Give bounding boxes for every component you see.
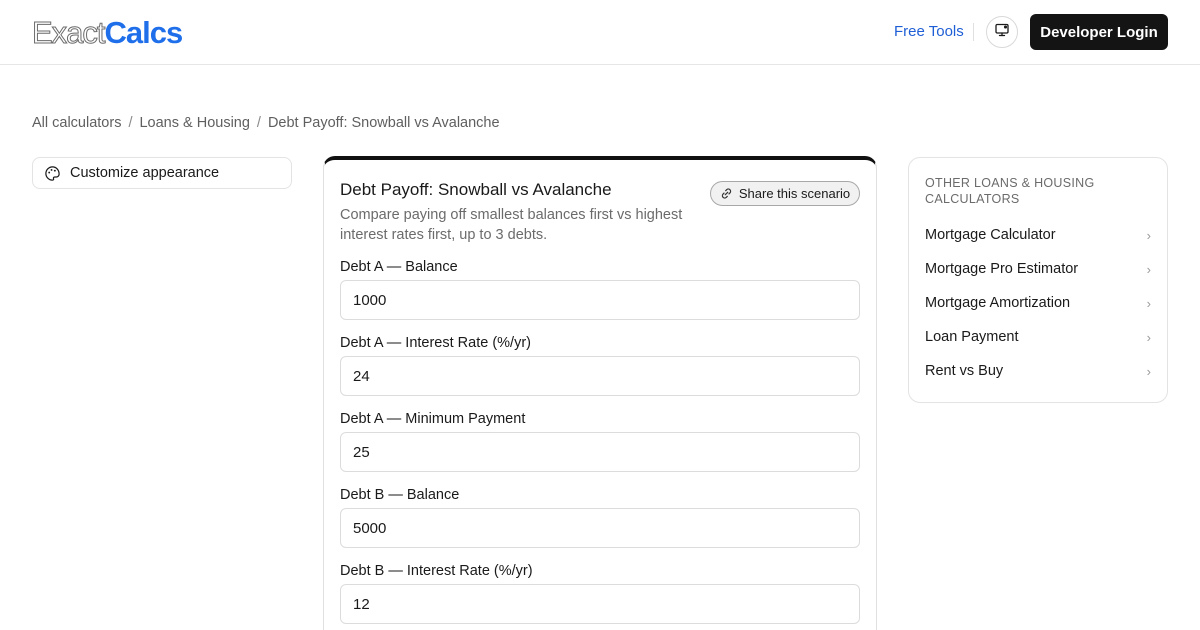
chevron-right-icon: ›: [1146, 261, 1151, 277]
palette-icon: [44, 164, 62, 182]
debt-b-balance-input[interactable]: [340, 508, 860, 548]
top-header: ExactCalcs Free Tools Developer Login: [0, 0, 1200, 65]
breadcrumb-current: Debt Payoff: Snowball vs Avalanche: [267, 115, 500, 131]
free-tools-link[interactable]: Free Tools: [894, 23, 964, 40]
sidebar-item-mortgage-amortization[interactable]: Mortgage Amortization ›: [925, 291, 1151, 315]
calculator-card: Debt Payoff: Snowball vs Avalanche Compa…: [323, 156, 877, 630]
breadcrumb: All calculators / Loans & Housing / Debt Pay…: [32, 115, 500, 131]
field-label-debt-a-min-payment: Debt A — Minimum Payment: [340, 411, 526, 427]
breadcrumb-separator: /: [128, 115, 133, 131]
related-calculators-heading: OTHER LOANS & HOUSING CALCULATORS: [925, 176, 1095, 206]
sidebar-item-label: Rent vs Buy: [925, 363, 1004, 379]
share-scenario-label: Share this scenario: [738, 186, 851, 201]
calculator-description: Compare paying off smallest balances fir…: [340, 207, 683, 243]
debt-a-balance-input[interactable]: [340, 280, 860, 320]
sidebar-item-mortgage-calculator[interactable]: Mortgage Calculator ›: [925, 223, 1151, 247]
share-scenario-button[interactable]: Share this scenario: [710, 181, 860, 206]
debt-a-min-payment-input[interactable]: [340, 432, 860, 472]
nav-divider: [973, 23, 974, 41]
customize-appearance-button[interactable]: Customize appearance: [32, 157, 292, 189]
logo-light-text: Exact: [32, 15, 107, 51]
breadcrumb-all-calculators[interactable]: All calculators: [32, 115, 121, 131]
breadcrumb-loans-housing[interactable]: Loans & Housing: [139, 115, 249, 131]
field-label-debt-a-rate: Debt A — Interest Rate (%/yr): [340, 335, 531, 351]
chevron-right-icon: ›: [1146, 363, 1151, 379]
calculator-title: Debt Payoff: Snowball vs Avalanche: [340, 180, 612, 199]
sidebar-item-label: Loan Payment: [925, 329, 1019, 345]
sidebar-item-label: Mortgage Amortization: [925, 295, 1071, 311]
link-icon: [720, 187, 733, 200]
field-label-debt-a-balance: Debt A — Balance: [340, 259, 458, 275]
developer-login-button[interactable]: Developer Login: [1030, 14, 1168, 50]
monitor-icon: [994, 22, 1010, 43]
debt-b-rate-input[interactable]: [340, 584, 860, 624]
theme-toggle-button[interactable]: [986, 16, 1018, 48]
chevron-right-icon: ›: [1146, 329, 1151, 345]
logo-bold-text: Calcs: [104, 15, 184, 50]
field-label-debt-b-rate: Debt B — Interest Rate (%/yr): [340, 563, 533, 579]
sidebar-item-label: Mortgage Pro Estimator: [925, 261, 1079, 277]
sidebar-item-rent-vs-buy[interactable]: Rent vs Buy ›: [925, 359, 1151, 383]
customize-appearance-label: Customize appearance: [70, 165, 220, 181]
logo[interactable]: ExactCalcs: [32, 15, 184, 51]
sidebar-item-mortgage-pro-estimator[interactable]: Mortgage Pro Estimator ›: [925, 257, 1151, 281]
chevron-right-icon: ›: [1146, 295, 1151, 311]
related-calculators-panel: OTHER LOANS & HOUSING CALCULATORS Mortga…: [908, 157, 1168, 403]
debt-a-rate-input[interactable]: [340, 356, 860, 396]
sidebar-item-label: Mortgage Calculator: [925, 227, 1056, 243]
chevron-right-icon: ›: [1146, 227, 1151, 243]
sidebar-item-loan-payment[interactable]: Loan Payment ›: [925, 325, 1151, 349]
field-label-debt-b-balance: Debt B — Balance: [340, 487, 460, 503]
breadcrumb-separator: /: [256, 115, 261, 131]
